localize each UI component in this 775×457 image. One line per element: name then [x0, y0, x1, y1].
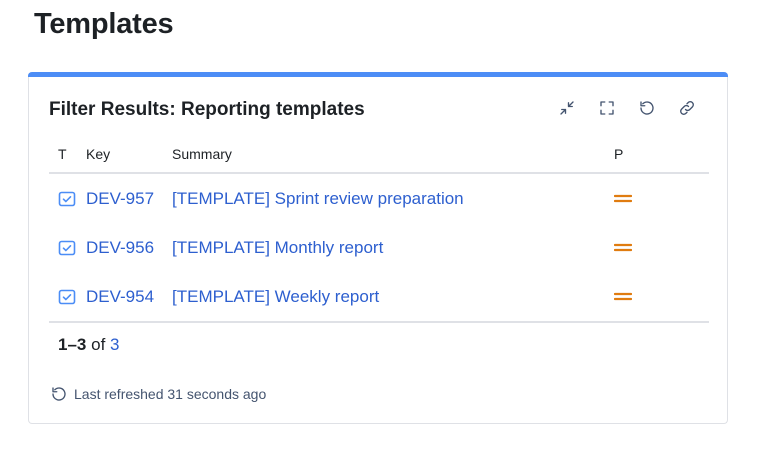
table-header-row: T Key Summary P: [49, 146, 709, 174]
minimize-icon[interactable]: [557, 98, 577, 118]
refresh-history-icon: [52, 387, 66, 401]
column-header-summary[interactable]: Summary: [172, 146, 614, 174]
column-header-type[interactable]: T: [49, 146, 86, 174]
results-table: T Key Summary P DEV-957 [TEMPLATE] Sprin…: [49, 146, 709, 323]
issue-summary-link[interactable]: [TEMPLATE] Sprint review preparation: [172, 189, 464, 208]
column-header-key[interactable]: Key: [86, 146, 172, 174]
issue-summary-link[interactable]: [TEMPLATE] Monthly report: [172, 238, 383, 257]
table-row: DEV-956 [TEMPLATE] Monthly report: [49, 223, 709, 272]
gadget-title: Filter Results: Reporting templates: [49, 99, 365, 120]
issue-summary-link[interactable]: [TEMPLATE] Weekly report: [172, 287, 379, 306]
gadget-toolbar: [557, 98, 697, 118]
refresh-icon[interactable]: [637, 98, 657, 118]
column-header-priority[interactable]: P: [614, 146, 709, 174]
issue-key-link[interactable]: DEV-957: [86, 189, 154, 208]
issue-key-link[interactable]: DEV-954: [86, 287, 154, 306]
filter-results-gadget: Filter Results: Reporting templates T Ke…: [28, 72, 728, 424]
task-icon: [58, 239, 76, 257]
pager-total-link[interactable]: 3: [110, 335, 119, 354]
task-icon: [58, 288, 76, 306]
priority-medium-icon: [613, 238, 633, 252]
fullscreen-icon[interactable]: [597, 98, 617, 118]
last-refreshed-note: Last refreshed 31 seconds ago: [50, 385, 266, 403]
gadget-accent-bar: [28, 72, 728, 77]
priority-medium-icon: [613, 287, 633, 301]
pagination-summary: 1–3 of 3: [58, 335, 120, 355]
link-icon[interactable]: [677, 98, 697, 118]
table-row: DEV-957 [TEMPLATE] Sprint review prepara…: [49, 173, 709, 223]
issue-key-link[interactable]: DEV-956: [86, 238, 154, 257]
pager-range: 1–3: [58, 335, 87, 354]
page-title: Templates: [34, 8, 174, 40]
pager-of-label: of: [91, 335, 106, 354]
priority-medium-icon: [613, 189, 633, 203]
task-icon: [58, 190, 76, 208]
table-row: DEV-954 [TEMPLATE] Weekly report: [49, 272, 709, 323]
last-refreshed-text: Last refreshed 31 seconds ago: [74, 386, 267, 402]
